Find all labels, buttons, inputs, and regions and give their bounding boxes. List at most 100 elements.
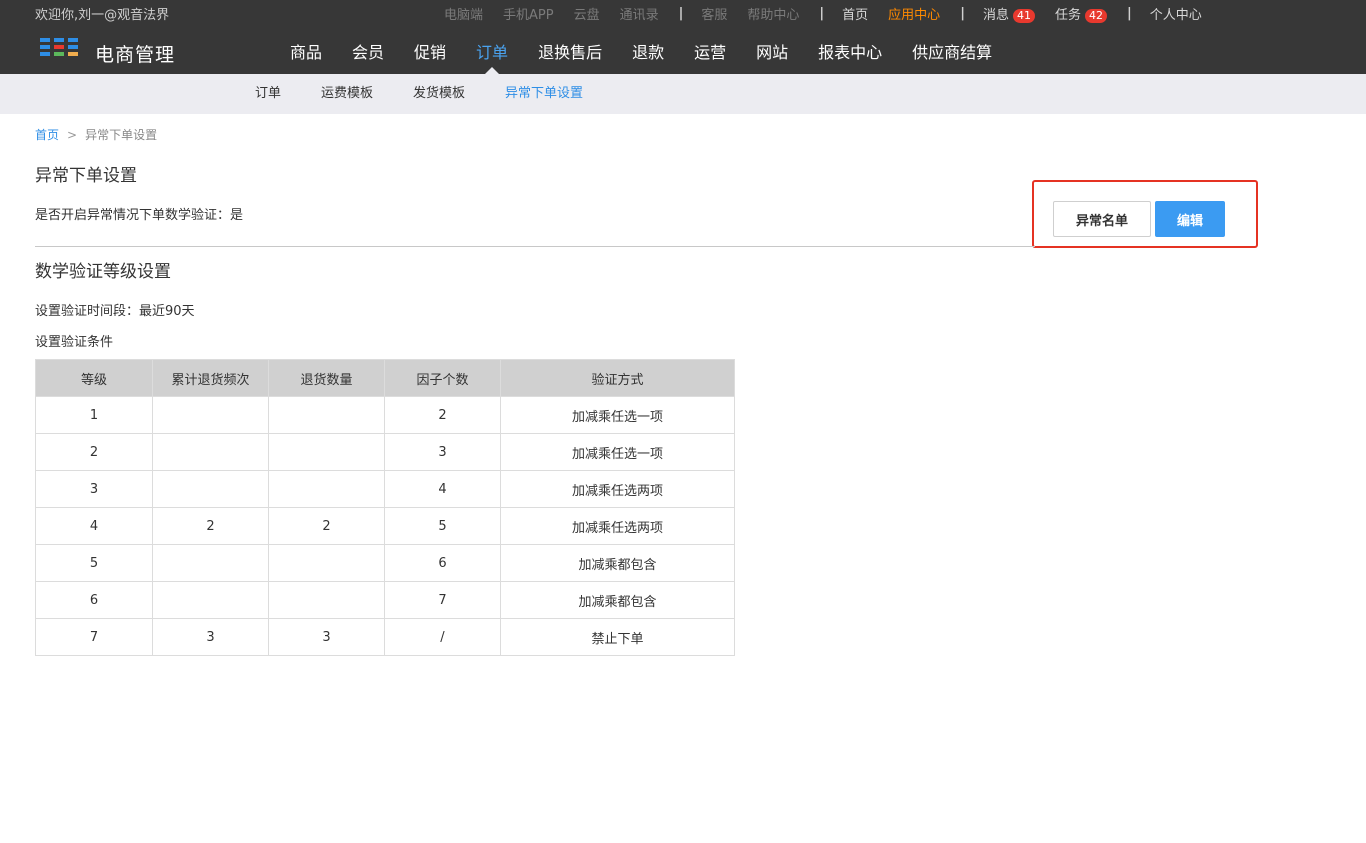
app-logo-icon[interactable]: [40, 38, 80, 58]
breadcrumb: 首页 > 异常下单设置: [35, 126, 157, 143]
logo-bar: [40, 38, 50, 42]
cell-level: 6: [35, 581, 153, 619]
separator: |: [819, 6, 825, 21]
divider: [35, 246, 1035, 247]
cell-return-frequency: [152, 544, 269, 582]
cell-return-quantity: [268, 433, 385, 471]
verification-period-text: 设置验证时间段：最近90天: [35, 304, 195, 319]
page-title: 异常下单设置: [35, 166, 137, 186]
cell-level: 5: [35, 544, 153, 582]
cell-return-frequency: [152, 396, 269, 434]
subnav-item[interactable]: 订单: [235, 74, 301, 114]
cell-return-frequency: [152, 581, 269, 619]
cell-return-quantity: [268, 544, 385, 582]
nav-item[interactable]: 供应商结算: [897, 24, 1007, 74]
cell-factor-count: 6: [384, 544, 501, 582]
logo-bar: [54, 38, 64, 42]
cell-return-quantity: [268, 396, 385, 434]
tasks-count-badge: 42: [1084, 9, 1107, 23]
cell-return-frequency: [152, 433, 269, 471]
table-row: 1 2 加减乘任选一项: [35, 396, 735, 434]
subnav-item[interactable]: 异常下单设置: [485, 74, 603, 114]
welcome-text: 欢迎你,刘一@观音法界: [35, 8, 170, 23]
cell-return-quantity: 3: [268, 618, 385, 656]
cell-return-quantity: [268, 581, 385, 619]
nav-item[interactable]: 网站: [741, 24, 803, 74]
top-links: 电脑端 手机APP 云盘 通讯录 | 客服 帮助中心 | 首页 应用中心 | 消…: [444, 4, 1222, 23]
link-customer-service[interactable]: 客服: [701, 4, 727, 23]
cell-level: 1: [35, 396, 153, 434]
link-messages[interactable]: 消息 41: [983, 4, 1035, 23]
exception-list-button[interactable]: 异常名单: [1053, 201, 1151, 237]
link-home[interactable]: 首页: [842, 4, 868, 23]
separator: |: [1126, 6, 1132, 21]
column-header-level: 等级: [35, 359, 153, 397]
cell-factor-count: 5: [384, 507, 501, 545]
separator: |: [678, 6, 684, 21]
verification-conditions-label: 设置验证条件: [35, 335, 114, 350]
sub-nav-items: 订单 运费模板 发货模板 异常下单设置: [235, 74, 603, 114]
cell-return-quantity: 2: [268, 507, 385, 545]
link-cloud-disk[interactable]: 云盘: [574, 4, 600, 23]
cell-factor-count: /: [384, 618, 501, 656]
nav-item[interactable]: 退换售后: [523, 24, 617, 74]
link-help-center[interactable]: 帮助中心: [747, 4, 799, 23]
column-header-verification-method: 验证方式: [500, 359, 735, 397]
brand-title[interactable]: 电商管理: [95, 40, 175, 67]
logo-bar: [68, 45, 78, 49]
subnav-item[interactable]: 运费模板: [301, 74, 393, 114]
logo-bar: [68, 52, 78, 56]
table-header-row: 等级 累计退货频次 退货数量 因子个数 验证方式: [35, 359, 735, 397]
cell-return-frequency: [152, 470, 269, 508]
cell-level: 2: [35, 433, 153, 471]
cell-verification-method: 加减乘任选两项: [500, 470, 735, 508]
main-nav-items: 商品 会员 促销 订单 退换售后 退款 运营 网站 报表中心 供应商结算: [275, 24, 1007, 74]
sub-nav: 订单 运费模板 发货模板 异常下单设置: [0, 74, 1366, 114]
tasks-label: 任务: [1054, 8, 1081, 23]
link-contacts[interactable]: 通讯录: [620, 4, 659, 23]
link-mobile-app[interactable]: 手机APP: [503, 4, 554, 23]
table-row: 6 7 加减乘都包含: [35, 581, 735, 619]
verification-setting-text: 是否开启异常情况下单数学验证：是: [35, 208, 244, 223]
verification-level-table: 等级 累计退货频次 退货数量 因子个数 验证方式 1 2 加减乘任选一项 2 3 加减乘任…: [35, 359, 735, 656]
nav-item[interactable]: 促销: [399, 24, 461, 74]
nav-item[interactable]: 会员: [337, 24, 399, 74]
table-row: 2 3 加减乘任选一项: [35, 433, 735, 471]
cell-factor-count: 2: [384, 396, 501, 434]
cell-verification-method: 加减乘都包含: [500, 581, 735, 619]
cell-return-frequency: 2: [152, 507, 269, 545]
column-header-return-quantity: 退货数量: [268, 359, 385, 397]
cell-factor-count: 3: [384, 433, 501, 471]
separator: |: [960, 6, 965, 21]
link-app-center[interactable]: 应用中心: [888, 4, 940, 23]
logo-bar: [40, 52, 50, 56]
messages-label: 消息: [982, 8, 1009, 23]
edit-button[interactable]: 编辑: [1155, 201, 1225, 237]
cell-return-frequency: 3: [152, 618, 269, 656]
logo-bar: [54, 45, 64, 49]
column-header-factor-count: 因子个数: [384, 359, 501, 397]
breadcrumb-home[interactable]: 首页: [35, 128, 59, 142]
table-row: 4 2 2 5 加减乘任选两项: [35, 507, 735, 545]
link-personal-center[interactable]: 个人中心: [1150, 4, 1202, 23]
cell-verification-method: 加减乘任选一项: [500, 433, 735, 471]
nav-item[interactable]: 订单: [461, 24, 523, 74]
link-desktop[interactable]: 电脑端: [444, 4, 483, 23]
cell-level: 3: [35, 470, 153, 508]
nav-item[interactable]: 商品: [275, 24, 337, 74]
nav-item[interactable]: 运营: [679, 24, 741, 74]
nav-item[interactable]: 退款: [617, 24, 679, 74]
link-tasks[interactable]: 任务 42: [1055, 4, 1107, 23]
nav-item[interactable]: 报表中心: [803, 24, 897, 74]
top-bar: 欢迎你,刘一@观音法界 电脑端 手机APP 云盘 通讯录 | 客服 帮助中心 |…: [0, 0, 1366, 24]
table-row: 7 3 3/禁止下单: [35, 618, 735, 656]
cell-verification-method: 禁止下单: [500, 618, 735, 656]
subnav-item[interactable]: 发货模板: [393, 74, 485, 114]
cell-verification-method: 加减乘任选一项: [500, 396, 735, 434]
table-row: 3 4 加减乘任选两项: [35, 470, 735, 508]
column-header-return-frequency: 累计退货频次: [152, 359, 269, 397]
cell-verification-method: 加减乘都包含: [500, 544, 735, 582]
cell-level: 7: [35, 618, 153, 656]
messages-count-badge: 41: [1012, 9, 1035, 23]
logo-bar: [40, 45, 50, 49]
